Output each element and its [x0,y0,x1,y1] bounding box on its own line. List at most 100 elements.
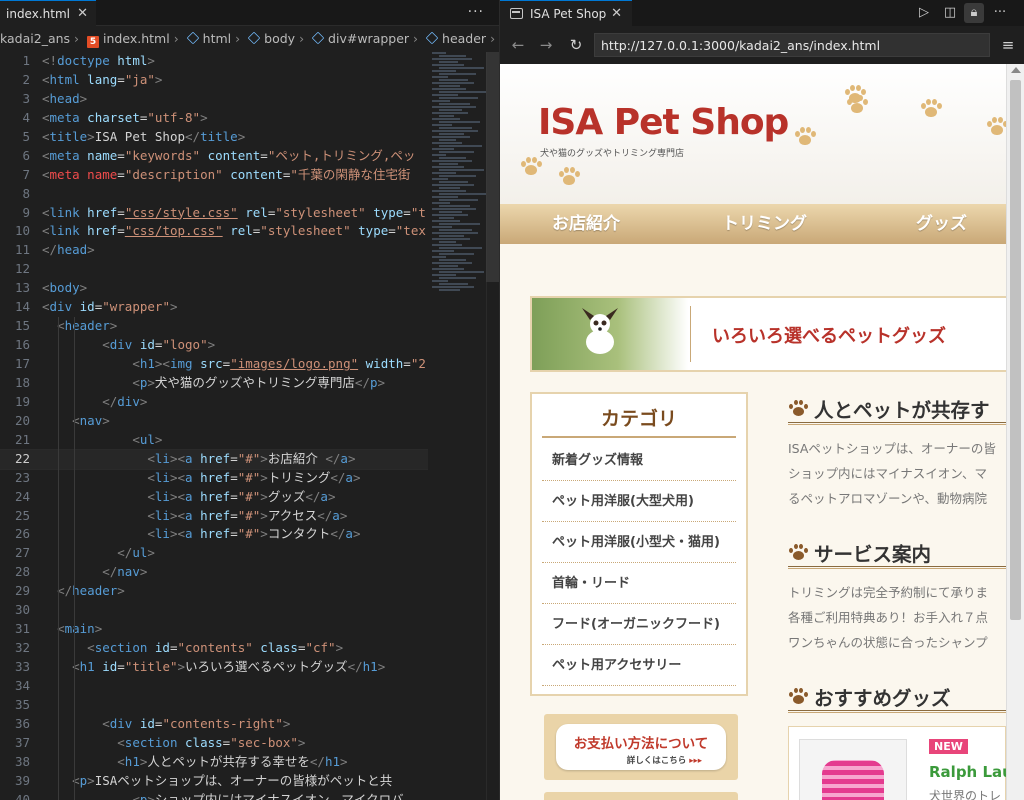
line-number[interactable]: 8 [0,185,30,204]
line-number[interactable]: 39 [0,772,30,791]
line-number[interactable]: 15 [0,317,30,336]
code-line[interactable]: 30 [0,601,428,620]
line-number[interactable]: 23 [0,469,30,488]
line-number[interactable]: 20 [0,412,30,431]
category-item-large-dog-clothes[interactable]: ペット用洋服(大型犬用) [542,481,736,522]
code-line[interactable]: 33 <h1 id="title">いろいろ選べるペットグッズ</h1> [0,658,428,677]
close-icon[interactable]: ✕ [77,1,88,27]
line-number[interactable]: 25 [0,507,30,526]
line-number[interactable]: 9 [0,204,30,223]
code-line[interactable]: 27 </ul> [0,544,428,563]
category-item-new-goods[interactable]: 新着グッズ情報 [542,440,736,481]
breadcrumb-item[interactable]: div#wrapper [328,26,409,52]
goods-image[interactable] [799,739,907,800]
code-line[interactable]: 11 </head> [0,241,428,260]
payment-info-banner[interactable]: お支払い方法について 詳しくはこちら ▸▸▸ [544,714,738,780]
category-item-collars-leads[interactable]: 首輪・リード [542,563,736,604]
scroll-up-icon[interactable] [1011,67,1021,73]
line-number[interactable]: 34 [0,677,30,696]
split-editor-icon[interactable]: ◫ [940,3,960,23]
line-number[interactable]: 17 [0,355,30,374]
page-scrollbar-thumb[interactable] [1010,80,1021,620]
menu-icon[interactable]: ≡ [998,35,1018,55]
code-line[interactable]: 32 <section id="contents" class="cf"> [0,639,428,658]
line-number[interactable]: 14 [0,298,30,317]
lock-icon[interactable]: 🔒︎ [964,3,984,23]
code-line[interactable]: 20 <nav> [0,412,428,431]
reload-icon[interactable]: ↻ [566,35,586,55]
nav-link-shop-intro[interactable]: お店紹介 [552,204,620,244]
line-number[interactable]: 18 [0,374,30,393]
line-number[interactable]: 24 [0,488,30,507]
site-logo[interactable]: ISA Pet Shop [538,102,789,143]
goods-name[interactable]: Ralph Lau [929,763,1013,781]
breadcrumb-item[interactable]: header [442,26,486,52]
code-text-area[interactable]: 1 <!doctype html> 2 <html lang="ja"> 3 <head>… [0,52,428,800]
line-number[interactable]: 13 [0,279,30,298]
code-line[interactable]: 4 <meta charset="utf-8"> [0,109,428,128]
category-item-small-dog-cat-clothes[interactable]: ペット用洋服(小型犬・猫用) [542,522,736,563]
line-number[interactable]: 5 [0,128,30,147]
code-line[interactable]: 16 <div id="logo"> [0,336,428,355]
line-number[interactable]: 12 [0,260,30,279]
code-line[interactable]: 15 <header> [0,317,428,336]
page-viewport[interactable]: ISA Pet Shop 犬や猫のグッズやトリミング専門店 お店紹介 トリミング… [500,64,1024,800]
line-number[interactable]: 16 [0,336,30,355]
code-line[interactable]: 34 [0,677,428,696]
url-input[interactable] [594,33,990,57]
forward-arrow-icon[interactable]: → [536,35,556,55]
nav-link-trimming[interactable]: トリミング [722,204,807,244]
line-number[interactable]: 29 [0,582,30,601]
line-number[interactable]: 32 [0,639,30,658]
payment-link[interactable]: 詳しくはこちら ▸▸▸ [627,754,702,766]
editor-tab-index-html[interactable]: index.html ✕ [0,0,96,26]
line-number[interactable]: 21 [0,431,30,450]
line-number[interactable]: 4 [0,109,30,128]
code-line[interactable]: 12 [0,260,428,279]
line-number[interactable]: 28 [0,563,30,582]
code-line[interactable]: 22 <li><a href="#">お店紹介 </a> [0,448,428,470]
code-line[interactable]: 39 <p>ISAペットショップは、オーナーの皆様がペットと共 [0,772,428,791]
code-line[interactable]: 28 </nav> [0,563,428,582]
close-icon[interactable]: ✕ [611,1,622,27]
minimap[interactable] [432,52,486,292]
line-number[interactable]: 6 [0,147,30,166]
code-line[interactable]: 38 <h1>人とペットが共存する幸せを</h1> [0,753,428,772]
code-line[interactable]: 24 <li><a href="#">グッズ</a> [0,488,428,507]
code-line[interactable]: 29 </header> [0,582,428,601]
code-line[interactable]: 2 <html lang="ja"> [0,71,428,90]
code-line[interactable]: 5 <title>ISA Pet Shop</title> [0,128,428,147]
code-line[interactable]: 36 <div id="contents-right"> [0,715,428,734]
line-number[interactable]: 40 [0,791,30,800]
code-line[interactable]: 17 <h1><img src="images/logo.png" width=… [0,355,428,374]
code-line[interactable]: 13 <body> [0,279,428,298]
second-info-banner[interactable] [544,792,738,800]
code-line[interactable]: 3 <head> [0,90,428,109]
more-actions-icon[interactable]: ··· [990,3,1010,23]
breadcrumb-item[interactable]: html [203,26,231,52]
breadcrumb-item[interactable]: kadai2_ans [0,26,70,52]
browser-tab[interactable]: ISA Pet Shop ✕ [500,0,632,26]
code-line[interactable]: 18 <p>犬や猫のグッズやトリミング専門店</p> [0,374,428,393]
line-number[interactable]: 30 [0,601,30,620]
line-number[interactable]: 27 [0,544,30,563]
category-item-accessories[interactable]: ペット用アクセサリー [542,645,736,686]
line-number[interactable]: 1 [0,52,30,71]
line-number[interactable]: 19 [0,393,30,412]
category-item-organic-food[interactable]: フード(オーガニックフード) [542,604,736,645]
page-scrollbar[interactable] [1006,64,1024,800]
code-line[interactable]: 35 [0,696,428,715]
line-number[interactable]: 10 [0,222,30,241]
code-editor-pane[interactable]: index.html ✕ ··· kadai2_ans › 5 index.html… [0,0,500,800]
line-number[interactable]: 33 [0,658,30,677]
code-line[interactable]: 8 [0,185,428,204]
code-line[interactable]: 7 <meta name="description" content="千葉の閑静… [0,166,428,185]
run-icon[interactable]: ▷ [914,3,934,23]
code-line[interactable]: 23 <li><a href="#">トリミング</a> [0,469,428,488]
code-line[interactable]: 1 <!doctype html> [0,52,428,71]
goods-card[interactable]: NEW Ralph Lau 犬世界のトレ [788,726,1013,800]
line-number[interactable]: 7 [0,166,30,185]
breadcrumb-item[interactable]: index.html [103,26,170,52]
code-line[interactable]: 40 <p>ショップ内にはマイナスイオン、マイクロバ [0,791,428,800]
code-line[interactable]: 10 <link href="css/top.css" rel="styleshe… [0,222,428,241]
